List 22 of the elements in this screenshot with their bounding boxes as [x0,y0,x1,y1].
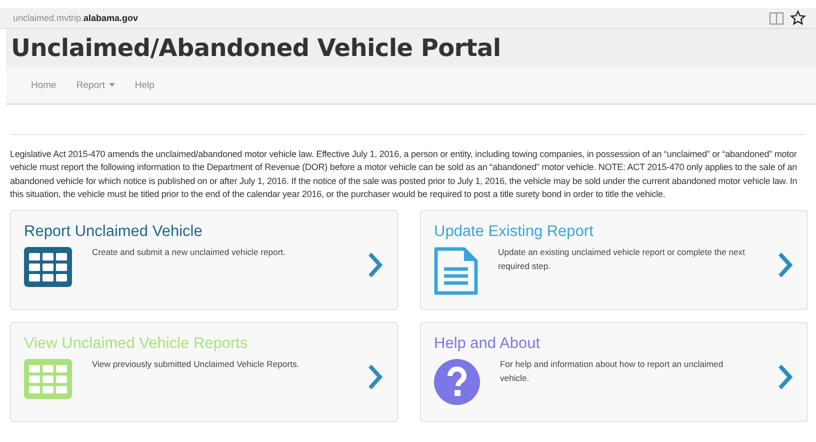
card-description: View previously submitted Unclaimed Vehicle Reports. [92,358,300,371]
menu-card[interactable]: Report Unclaimed Vehicle Create and submit a new unclaimed vehicle report. [10,210,398,310]
chevron-icon[interactable] [777,250,793,279]
card-title: Update Existing Report [434,222,594,241]
star-icon[interactable] [790,10,806,26]
card-description: Create and submit a new unclaimed vehicle report. [92,246,286,259]
menu-card[interactable]: Help and About For help and information about how to report an unclaimed vehicle. [420,322,808,422]
chevron-icon[interactable] [777,362,793,391]
address-bar[interactable]: unclaimed.mvtrip.alabama.gov [0,8,816,29]
card-description: Update an existing unclaimed vehicle report or complete the next required step. [498,246,746,273]
url-text: unclaimed.mvtrip.alabama.gov [13,13,138,23]
reader-icon[interactable] [769,12,784,24]
intro-paragraph: Legislative Act 2015-470 amends the unclaimed/abandoned motor vehicle law. Effective July 1, 2016, a person or entity, including towing companies, in possession of an “unclaimed” or “abandoned” motor vehicle must report the following information to the Department of Revenue (DOR) before a motor vehicle can be sold as an “abandoned” motor vehicle. NOTE: ACT 2015-470 only applies to the sale of an abandoned vehicle for which notice is published on or after July 1, 2016. If the notice of the sale was posted prior to July 1, 2016, the vehicle may be sold under the current abandoned motor vehicle law. In this situation, the vehicle must be titled prior to the end of the calendar year 2016, or the purchaser would be required to post a title surety bond in order to title the vehicle. [10,148,798,202]
chevron-icon[interactable] [367,250,383,279]
card-title: Report Unclaimed Vehicle [24,222,204,241]
site-title: Unclaimed/Abandoned Vehicle Portal [11,34,501,62]
card-title: View Unclaimed Vehicle Reports [24,334,249,353]
card-title: Help and About [434,334,542,353]
chevron-icon[interactable] [367,362,383,391]
menu-card[interactable]: Update Existing Report Update an existing unclaimed vehicle report or complete the next required step. [420,210,808,310]
card-description: For help and information about how to report an unclaimed vehicle. [500,358,724,385]
menu-card[interactable]: View Unclaimed Vehicle Reports View previously submitted Unclaimed Vehicle Reports. [10,322,398,422]
